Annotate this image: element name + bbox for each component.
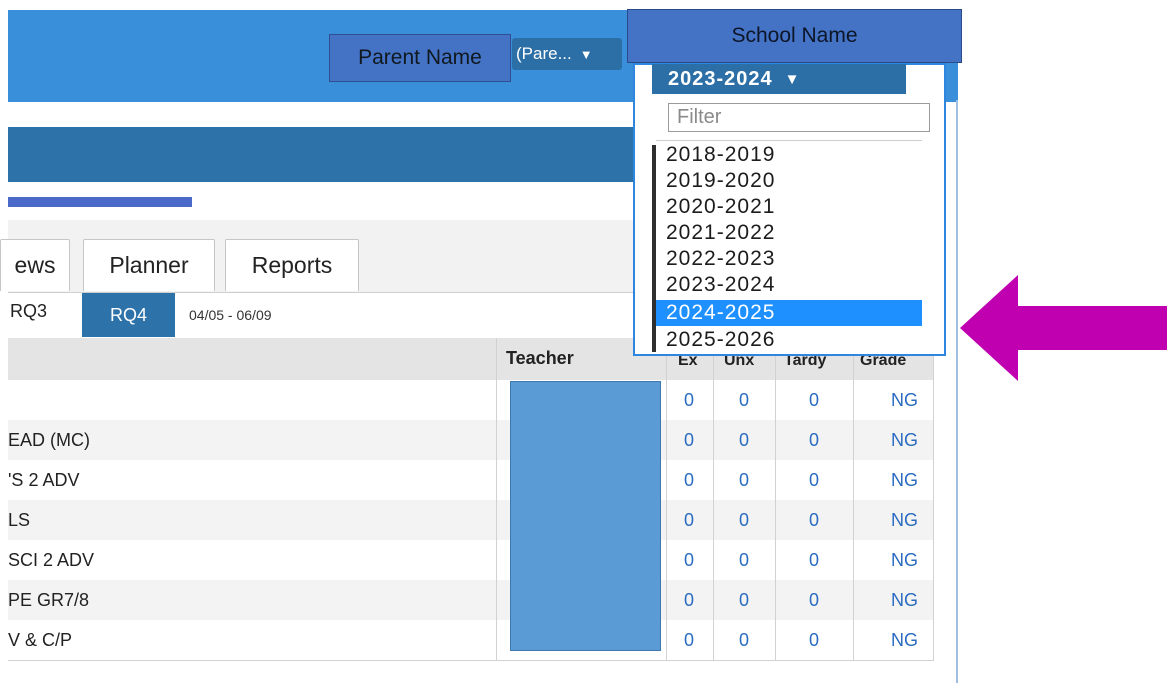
caret-down-icon: ▼ [579,46,593,62]
course-name: LS [8,510,31,530]
year-option-highlighted[interactable]: 2024-2025 [656,300,922,326]
column-divider [933,338,934,661]
table-row[interactable]: V & C/P 0 0 0 NG [8,620,934,661]
header-teacher[interactable]: Teacher [506,348,574,369]
unx-count[interactable]: 0 [739,510,749,531]
arrow-left-icon [960,275,1167,381]
list-separator [656,140,922,141]
term-date-range: 04/05 - 06/09 [189,307,272,323]
unx-count[interactable]: 0 [739,470,749,491]
redacted-school-name [8,197,192,207]
term-rq4-label: RQ4 [109,304,147,325]
school-name-annotation: School Name [627,9,962,63]
parent-select-label: (Pare... [516,44,572,63]
course-name: 'S 2 ADV [8,470,80,490]
page-right-border [956,100,958,683]
year-option[interactable]: 2021-2022 [656,220,922,246]
table-row[interactable]: EAD (MC) 0 0 0 NG [8,420,934,461]
unx-count[interactable]: 0 [739,630,749,651]
unx-count[interactable]: 0 [739,590,749,611]
year-option[interactable]: 2020-2021 [656,194,922,220]
grade-value[interactable]: NG [891,390,918,411]
column-divider [853,338,854,661]
year-option[interactable]: 2018-2019 [656,142,922,168]
column-divider [775,338,776,661]
parent-select-dropdown[interactable]: (Pare... ▼ [512,38,622,70]
tab-planner[interactable]: Planner [83,239,215,291]
table-row[interactable]: PE GR7/8 0 0 0 NG [8,580,934,621]
grade-value[interactable]: NG [891,590,918,611]
year-option[interactable]: 2025-2026 [656,327,922,353]
tardy-count[interactable]: 0 [809,590,819,611]
parent-name-label: Parent Name [358,46,482,69]
year-option[interactable]: 2019-2020 [656,168,922,194]
unx-count[interactable]: 0 [739,430,749,451]
ex-count[interactable]: 0 [684,390,694,411]
course-name: V & C/P [8,630,73,650]
tardy-count[interactable]: 0 [809,550,819,571]
tardy-count[interactable]: 0 [809,390,819,411]
grade-value[interactable]: NG [891,470,918,491]
grade-value[interactable]: NG [891,430,918,451]
course-name: PE GR7/8 [8,590,90,610]
grade-value[interactable]: NG [891,550,918,571]
redacted-teacher-names [510,381,661,651]
table-row[interactable]: 'S 2 ADV 0 0 0 NG [8,460,934,501]
school-year-select[interactable]: 2023-2024 ▼ [652,64,906,94]
tardy-count[interactable]: 0 [809,630,819,651]
table-row[interactable]: SCI 2 ADV 0 0 0 NG [8,540,934,581]
ex-count[interactable]: 0 [684,510,694,531]
grade-value[interactable]: NG [891,510,918,531]
caret-down-icon: ▼ [784,70,801,88]
tab-news[interactable]: ews [0,239,70,291]
unx-count[interactable]: 0 [739,550,749,571]
table-row[interactable]: 0 0 0 NG [8,380,934,421]
school-banner [8,127,633,182]
tardy-count[interactable]: 0 [809,470,819,491]
ex-count[interactable]: 0 [684,590,694,611]
tab-news-label: ews [14,252,56,278]
tardy-count[interactable]: 0 [809,510,819,531]
course-name: EAD (MC) [8,430,90,450]
column-divider [666,338,667,661]
column-divider [496,338,497,661]
year-option[interactable]: 2022-2023 [656,246,922,272]
tab-planner-label: Planner [109,252,189,278]
ex-count[interactable]: 0 [684,550,694,571]
unx-count[interactable]: 0 [739,390,749,411]
ex-count[interactable]: 0 [684,630,694,651]
course-name: SCI 2 ADV [8,550,95,570]
ex-count[interactable]: 0 [684,470,694,491]
term-rq3[interactable]: RQ3 [10,301,47,322]
term-rq4-selected[interactable]: RQ4 [82,293,175,337]
column-divider [713,338,714,661]
school-name-label: School Name [731,24,858,47]
parent-name-annotation: Parent Name [329,34,511,82]
year-option[interactable]: 2023-2024 [656,272,922,298]
selected-year: 2023-2024 [668,67,773,90]
table-row[interactable]: LS 0 0 0 NG [8,500,934,541]
tardy-count[interactable]: 0 [809,430,819,451]
tab-reports[interactable]: Reports [225,239,359,291]
ex-count[interactable]: 0 [684,430,694,451]
tab-reports-label: Reports [251,252,333,278]
grade-value[interactable]: NG [891,630,918,651]
year-filter-input[interactable] [668,103,930,132]
